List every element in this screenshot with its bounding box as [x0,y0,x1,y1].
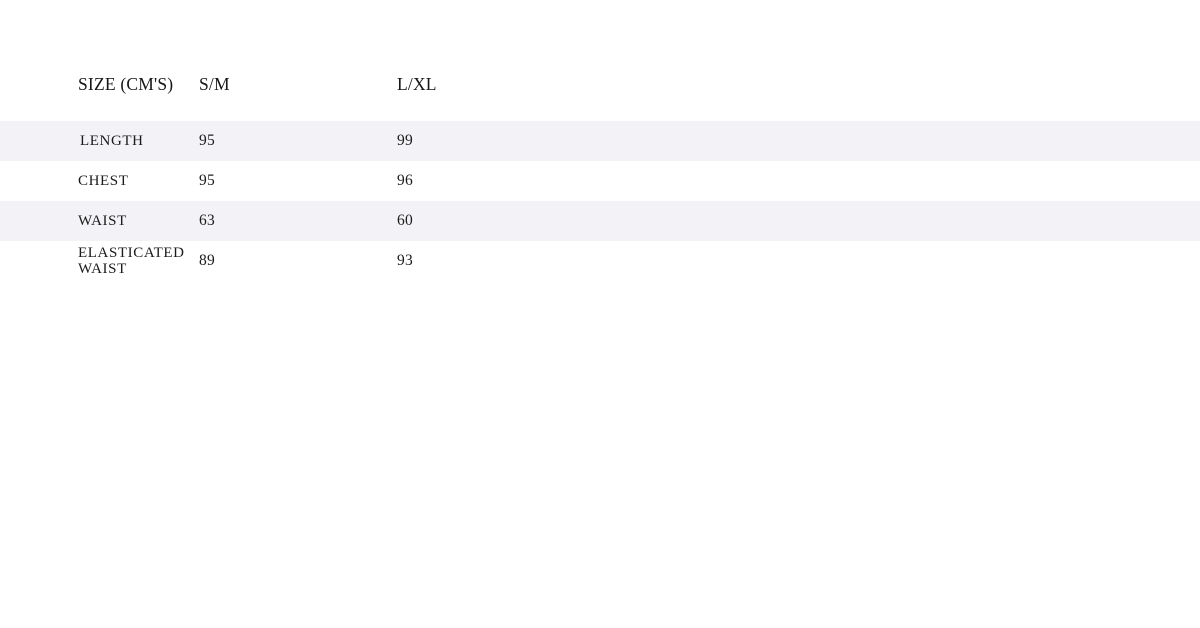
table-body: LENGTH 95 99 CHEST 95 96 WAIST 63 60 ELA… [0,121,1200,281]
row-value-sm: 95 [199,172,215,190]
row-value-lxl: 93 [397,252,413,270]
row-value-sm: 89 [199,252,215,270]
table-row: WAIST 63 60 [0,201,1200,241]
row-value-sm: 95 [199,132,215,150]
column-header-lxl-label: L/XL [397,73,437,94]
row-label: LENGTH [80,132,144,149]
row-label: ELASTICATED WAIST [78,244,185,278]
empty-area [0,281,1200,628]
table-row: ELASTICATED WAIST 89 93 [0,241,1200,281]
table-header-row: SIZE (CM'S) S/M L/XL [0,0,1200,121]
table-row: CHEST 95 96 [0,161,1200,201]
row-label: CHEST [78,172,129,189]
column-header-lxl: L/XL [396,0,1200,121]
column-header-sm-label: S/M [199,73,230,94]
column-header-sm: S/M [198,0,396,121]
row-value-sm: 63 [199,212,215,230]
column-header-size: SIZE (CM'S) [0,0,198,121]
row-value-lxl: 60 [397,212,413,230]
table-row: LENGTH 95 99 [0,121,1200,161]
column-header-size-label: SIZE (CM'S) [78,73,174,94]
table-header: SIZE (CM'S) S/M L/XL [0,0,1200,121]
row-value-lxl: 99 [397,132,413,150]
row-label: WAIST [78,212,127,229]
row-value-lxl: 96 [397,172,413,190]
size-guide-panel: SIZE (CM'S) S/M L/XL LENGTH 95 99 CHEST … [0,0,1200,628]
size-guide-table: SIZE (CM'S) S/M L/XL LENGTH 95 99 CHEST … [0,0,1200,281]
